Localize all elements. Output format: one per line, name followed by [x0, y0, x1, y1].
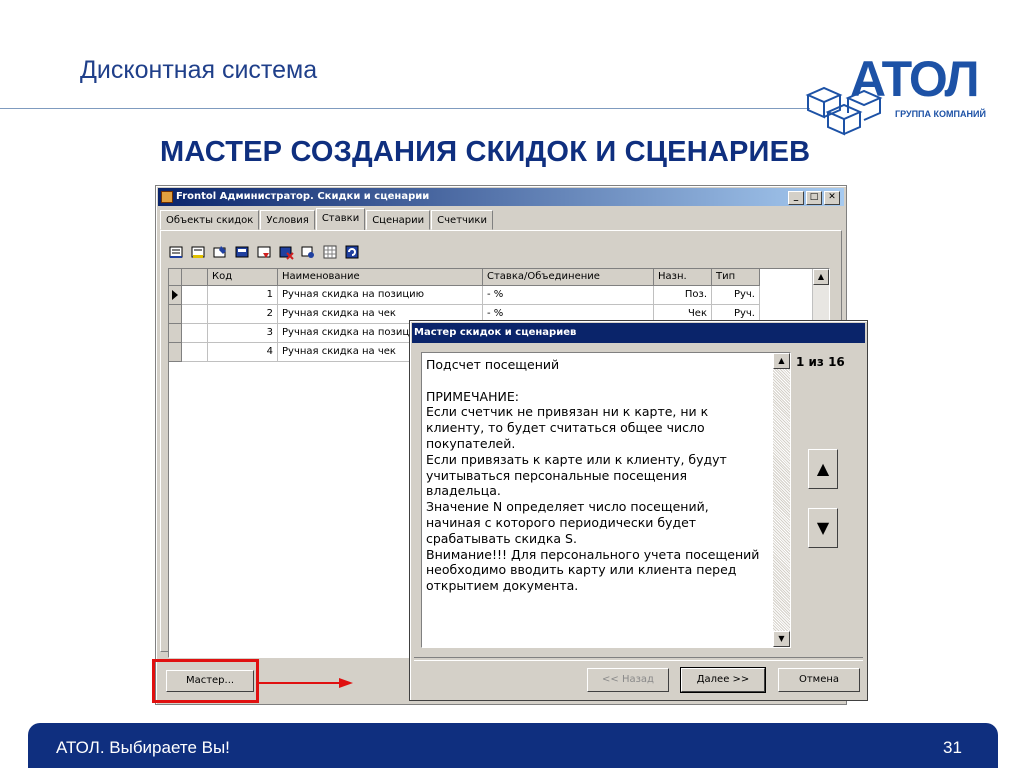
next-button[interactable]: Далее >> [680, 667, 766, 693]
header-rule [0, 108, 810, 109]
memo-scrollbar[interactable]: ▲ ▼ [773, 353, 790, 647]
cancel-button[interactable]: Отмена [778, 668, 860, 692]
table-cell-destination: Поз. [654, 286, 712, 305]
refresh-icon[interactable] [344, 244, 360, 260]
indicator-header [169, 269, 182, 286]
wizard-titlebar[interactable]: Мастер скидок и сценариев [412, 323, 865, 343]
current-row-indicator-icon [169, 286, 182, 305]
headline: МАСТЕР СОЗДАНИЯ СКИДОК И СЦЕНАРИЕВ [160, 136, 811, 168]
window-titlebar[interactable]: Frontol Администратор. Скидки и сценарии… [158, 188, 844, 206]
properties-icon[interactable] [300, 244, 316, 260]
column-header-name[interactable]: Наименование [278, 269, 483, 286]
red-arrow-icon [259, 678, 353, 688]
toolbar [168, 244, 360, 260]
window-title: Frontol Администратор. Скидки и сценарии [176, 191, 430, 202]
grid-icon[interactable] [322, 244, 338, 260]
back-button[interactable]: << Назад [587, 668, 669, 692]
edit-alt-icon[interactable] [212, 244, 228, 260]
wizard-title: Мастер скидок и сценариев [414, 327, 577, 338]
table-cell-code: 4 [208, 343, 278, 362]
row-indicator [169, 343, 182, 362]
footer-slogan: АТОЛ. Выбираете Вы! [56, 738, 230, 757]
copy-icon[interactable] [234, 244, 250, 260]
table-cell-blank [182, 343, 208, 362]
edit-icon[interactable] [190, 244, 206, 260]
page-number: 31 [943, 738, 962, 757]
tab-conditions[interactable]: Условия [260, 210, 315, 230]
blank-header [182, 269, 208, 286]
table-cell-code: 1 [208, 286, 278, 305]
tab-counters[interactable]: Счетчики [431, 210, 493, 230]
tab-strip: Объекты скидок Условия Ставки Сценарии С… [160, 208, 494, 230]
column-header-rate[interactable]: Ставка/Объединение [483, 269, 654, 286]
tab-rates[interactable]: Ставки [315, 208, 366, 230]
wizard-dialog: Мастер скидок и сценариев Подсчет посеще… [409, 320, 868, 701]
dialog-separator [414, 657, 863, 661]
app-icon [161, 191, 173, 203]
column-header-destination[interactable]: Назн. [654, 269, 712, 286]
table-cell-code: 2 [208, 305, 278, 324]
table-cell-blank [182, 305, 208, 324]
wizard-description-text: Подсчет посещений ПРИМЕЧАНИЕ: Если счетч… [426, 357, 760, 594]
wizard-description-memo[interactable]: Подсчет посещений ПРИМЕЧАНИЕ: Если счетч… [421, 352, 791, 648]
table-cell-type: Руч. [712, 286, 760, 305]
close-button[interactable]: ✕ [824, 191, 840, 205]
memo-scroll-down-icon[interactable]: ▼ [773, 631, 790, 647]
table-cell-rate: - % [483, 286, 654, 305]
add-icon[interactable] [168, 244, 184, 260]
logo-subtitle: ГРУППА КОМПАНИЙ [895, 109, 986, 119]
column-header-type[interactable]: Тип [712, 269, 760, 286]
logo-text: АТОЛ [850, 51, 980, 107]
slide-title: Дисконтная система [80, 56, 318, 84]
delete-icon[interactable] [278, 244, 294, 260]
table-cell-blank [182, 324, 208, 343]
move-up-button[interactable]: ▲ [808, 449, 838, 489]
tab-discount-objects[interactable]: Объекты скидок [160, 210, 260, 230]
maximize-button[interactable]: □ [806, 191, 822, 205]
tab-scenarios[interactable]: Сценарии [366, 210, 431, 230]
table-cell-name: Ручная скидка на позицию [278, 286, 483, 305]
move-down-button[interactable]: ▼ [808, 508, 838, 548]
table-cell-code: 3 [208, 324, 278, 343]
move-icon[interactable] [256, 244, 272, 260]
table-cell-blank [182, 286, 208, 305]
row-indicator [169, 305, 182, 324]
minimize-button[interactable]: _ [788, 191, 804, 205]
row-indicator [169, 324, 182, 343]
scroll-up-icon[interactable]: ▲ [813, 269, 829, 285]
column-header-code[interactable]: Код [208, 269, 278, 286]
memo-scroll-up-icon[interactable]: ▲ [773, 353, 790, 369]
master-button-highlight [152, 659, 259, 703]
step-counter: 1 из 16 [796, 355, 845, 369]
